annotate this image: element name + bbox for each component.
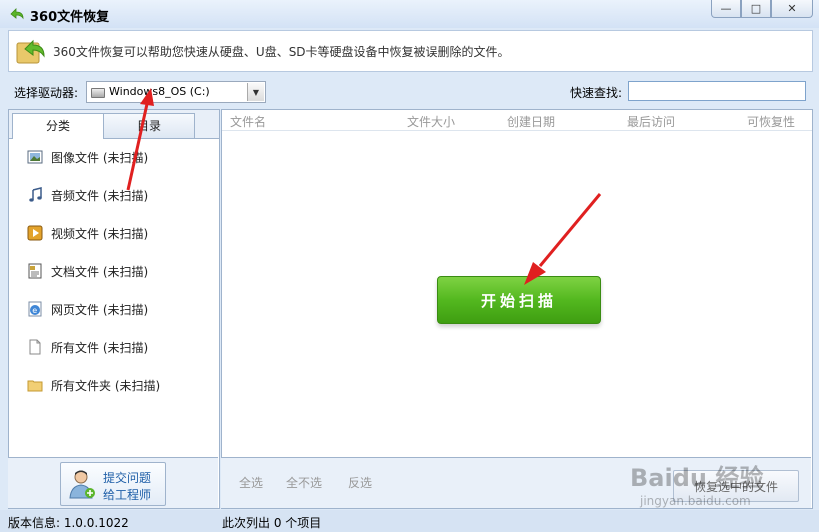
tab-bar: 分类 目录 (9, 110, 219, 139)
column-header-created[interactable]: 创建日期 (507, 113, 555, 130)
submit-issue-button[interactable]: 提交问题 给工程师 (60, 462, 166, 506)
app-restore-icon (10, 8, 24, 20)
select-all-link[interactable]: 全选 (239, 474, 263, 491)
drive-label: 选择驱动器: (14, 86, 79, 100)
hard-disk-icon (91, 88, 105, 98)
ie-globe-icon: e (28, 301, 42, 317)
category-item-video[interactable]: 视频文件 (未扫描) (27, 223, 148, 243)
quick-search-label: 快速查找: (570, 86, 623, 100)
column-header-size[interactable]: 文件大小 (407, 113, 455, 130)
category-item-all-files[interactable]: 所有文件 (未扫描) (27, 337, 148, 357)
category-panel: 分类 目录 图像文件 (未扫描) 音频文件 (未扫描) 视频文件 (未扫描) 文… (8, 109, 220, 509)
item-count: 此次列出 0 个项目 (222, 516, 322, 530)
category-item-all-folders[interactable]: 所有文件夹 (未扫描) (27, 375, 160, 395)
submit-issue-label-1: 提交问题 (103, 471, 152, 485)
invert-selection-link[interactable]: 反选 (348, 474, 372, 491)
svg-text:e: e (32, 306, 37, 315)
baidu-watermark-url: jingyan.baidu.com (640, 494, 751, 508)
close-button[interactable]: ✕ (771, 0, 813, 18)
drive-select-value: Windows8_OS (C:) (109, 85, 210, 98)
tab-directory[interactable]: 目录 (103, 113, 195, 138)
info-banner: 360文件恢复可以帮助您快速从硬盘、U盘、SD卡等硬盘设备中恢复被误删除的文件。 (8, 30, 813, 72)
banner-description: 360文件恢复可以帮助您快速从硬盘、U盘、SD卡等硬盘设备中恢复被误删除的文件。 (53, 45, 510, 59)
maximize-button[interactable]: □ (741, 0, 771, 18)
column-header-recoverability[interactable]: 可恢复性 (747, 113, 795, 130)
column-header-filename[interactable]: 文件名 (230, 113, 266, 130)
document-icon (28, 263, 42, 279)
start-scan-button[interactable]: 开始扫描 (437, 276, 601, 324)
category-item-document[interactable]: 文档文件 (未扫描) (27, 261, 148, 281)
category-label: 视频文件 (未扫描) (51, 226, 149, 241)
blank-file-icon (29, 339, 41, 355)
chevron-down-icon[interactable]: ▼ (247, 83, 264, 101)
category-label: 图像文件 (未扫描) (51, 150, 149, 165)
category-label: 所有文件夹 (未扫描) (51, 378, 161, 393)
category-label: 音频文件 (未扫描) (51, 188, 149, 203)
quick-search-input[interactable] (628, 81, 806, 101)
file-list-panel: 文件名 文件大小 创建日期 最后访问 可恢复性 开始扫描 (221, 109, 813, 509)
version-info: 版本信息: 1.0.0.1022 (8, 516, 129, 530)
category-label: 网页文件 (未扫描) (51, 302, 149, 317)
column-header: 文件名 文件大小 创建日期 最后访问 可恢复性 (222, 110, 812, 131)
baidu-watermark: Baidu 经验 (630, 464, 764, 492)
green-arrow-restore-icon (16, 39, 45, 64)
category-label: 所有文件 (未扫描) (51, 340, 149, 355)
category-item-audio[interactable]: 音频文件 (未扫描) (27, 185, 148, 205)
submit-issue-label-2: 给工程师 (103, 488, 152, 502)
app-window: 360文件恢复 — □ ✕ 360文件恢复可以帮助您快速从硬盘、U盘、SD卡等硬… (0, 0, 819, 532)
status-bar: 版本信息: 1.0.0.1022 此次列出 0 个项目 (0, 510, 819, 532)
drive-select[interactable]: Windows8_OS (C:) ▼ (86, 81, 266, 103)
category-label: 文档文件 (未扫描) (51, 264, 149, 279)
minimize-button[interactable]: — (711, 0, 741, 18)
category-item-image[interactable]: 图像文件 (未扫描) (27, 147, 148, 167)
video-icon (27, 225, 43, 241)
column-header-last-access[interactable]: 最后访问 (627, 113, 675, 130)
category-item-webpage[interactable]: e 网页文件 (未扫描) (27, 299, 148, 319)
window-controls: — □ ✕ (711, 0, 813, 18)
select-none-link[interactable]: 全不选 (286, 474, 322, 491)
engineer-avatar-icon (69, 470, 95, 499)
music-note-icon (29, 187, 42, 202)
title-bar[interactable]: 360文件恢复 — □ ✕ (0, 0, 819, 28)
window-title: 360文件恢复 (30, 10, 110, 25)
image-icon (27, 150, 43, 164)
folder-icon (27, 380, 43, 392)
left-footer: 提交问题 给工程师 (8, 457, 218, 508)
tab-category[interactable]: 分类 (12, 113, 104, 139)
